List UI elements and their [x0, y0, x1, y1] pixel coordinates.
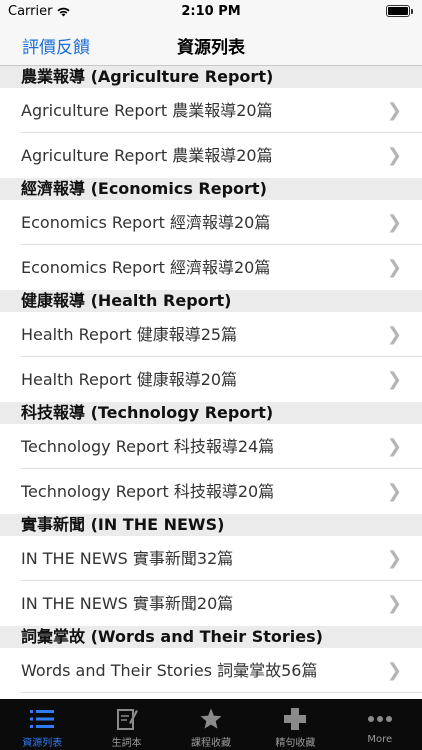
section-header-agriculture: 農業報導 (Agriculture Report) [0, 66, 422, 88]
chevron-right-icon: ❯ [386, 593, 402, 614]
list-item[interactable]: IN THE NEWS 實事新聞32篇 ❯ [0, 536, 422, 581]
status-bar: Carrier 2:10 PM [0, 0, 422, 24]
tab-label: 資源列表 [22, 738, 63, 749]
section-header-words-and-their-stories: 詞彙掌故 (Words and Their Stories) [0, 626, 422, 648]
navigation-bar: 評價反饋 資源列表 [0, 24, 422, 66]
chevron-right-icon: ❯ [386, 436, 402, 457]
chevron-right-icon: ❯ [386, 100, 402, 121]
list-item-label: IN THE NEWS 實事新聞32篇 [21, 549, 234, 568]
list-item[interactable]: Technology Report 科技報導20篇 ❯ [0, 469, 422, 514]
list-item[interactable]: Agriculture Report 農業報導20篇 ❯ [0, 133, 422, 178]
tab-sentence-favorites[interactable]: 精句收藏 [253, 699, 337, 750]
list-item[interactable]: Economics Report 經濟報導20篇 ❯ [0, 245, 422, 290]
list-icon [29, 706, 55, 732]
tab-label: More [367, 734, 393, 745]
list-item[interactable]: Economics Report 經濟報導20篇 ❯ [0, 200, 422, 245]
tab-label: 課程收藏 [191, 738, 232, 749]
chevron-right-icon: ❯ [386, 212, 402, 233]
tab-vocabulary[interactable]: 生詞本 [84, 699, 168, 750]
section-header-health: 健康報導 (Health Report) [0, 290, 422, 312]
more-icon [367, 706, 393, 732]
section-header-technology: 科技報導 (Technology Report) [0, 402, 422, 424]
notebook-icon [115, 706, 139, 732]
chevron-right-icon: ❯ [386, 369, 402, 390]
list-item-label: Health Report 健康報導20篇 [21, 370, 238, 389]
list-item[interactable]: Health Report 健康報導20篇 ❯ [0, 357, 422, 402]
list-item[interactable]: Words and Their Stories 詞彙掌故56篇 ❯ [0, 648, 422, 693]
list-item-label: IN THE NEWS 實事新聞20篇 [21, 594, 234, 613]
list-item-label: Economics Report 經濟報導20篇 [21, 258, 271, 277]
list-item-label: Technology Report 科技報導20篇 [21, 482, 275, 501]
list-item[interactable]: Technology Report 科技報導24篇 ❯ [0, 424, 422, 469]
chevron-right-icon: ❯ [386, 257, 402, 278]
tab-label: 生詞本 [111, 738, 142, 749]
tab-course-favorites[interactable]: 課程收藏 [169, 699, 253, 750]
chevron-right-icon: ❯ [386, 660, 402, 681]
resource-list[interactable]: 農業報導 (Agriculture Report) Agriculture Re… [0, 66, 422, 699]
section-header-in-the-news: 實事新聞 (IN THE NEWS) [0, 514, 422, 536]
chevron-right-icon: ❯ [386, 145, 402, 166]
list-item-label: Economics Report 經濟報導20篇 [21, 213, 271, 232]
page-title: 資源列表 [177, 38, 245, 58]
star-icon [199, 706, 223, 732]
tab-resource-list[interactable]: 資源列表 [0, 699, 84, 750]
list-item[interactable]: Health Report 健康報導25篇 ❯ [0, 312, 422, 357]
list-item-label: Agriculture Report 農業報導20篇 [21, 146, 273, 165]
list-item-label: Words and Their Stories 詞彙掌故56篇 [21, 661, 318, 680]
tab-bar: 資源列表 生詞本 課程收藏 精句收藏 More [0, 699, 422, 750]
list-item-label: Technology Report 科技報導24篇 [21, 437, 275, 456]
list-item-label: Health Report 健康報導25篇 [21, 325, 238, 344]
list-item-label: Agriculture Report 農業報導20篇 [21, 101, 273, 120]
list-item[interactable]: Agriculture Report 農業報導20篇 ❯ [0, 88, 422, 133]
battery-icon [386, 5, 413, 17]
status-time: 2:10 PM [181, 4, 241, 19]
plus-icon [283, 706, 307, 732]
tab-label: 精句收藏 [275, 738, 316, 749]
chevron-right-icon: ❯ [386, 481, 402, 502]
chevron-right-icon: ❯ [386, 548, 402, 569]
chevron-right-icon: ❯ [386, 324, 402, 345]
tab-more[interactable]: More [338, 699, 422, 750]
section-header-economics: 經濟報導 (Economics Report) [0, 178, 422, 200]
list-item[interactable]: IN THE NEWS 實事新聞20篇 ❯ [0, 581, 422, 626]
